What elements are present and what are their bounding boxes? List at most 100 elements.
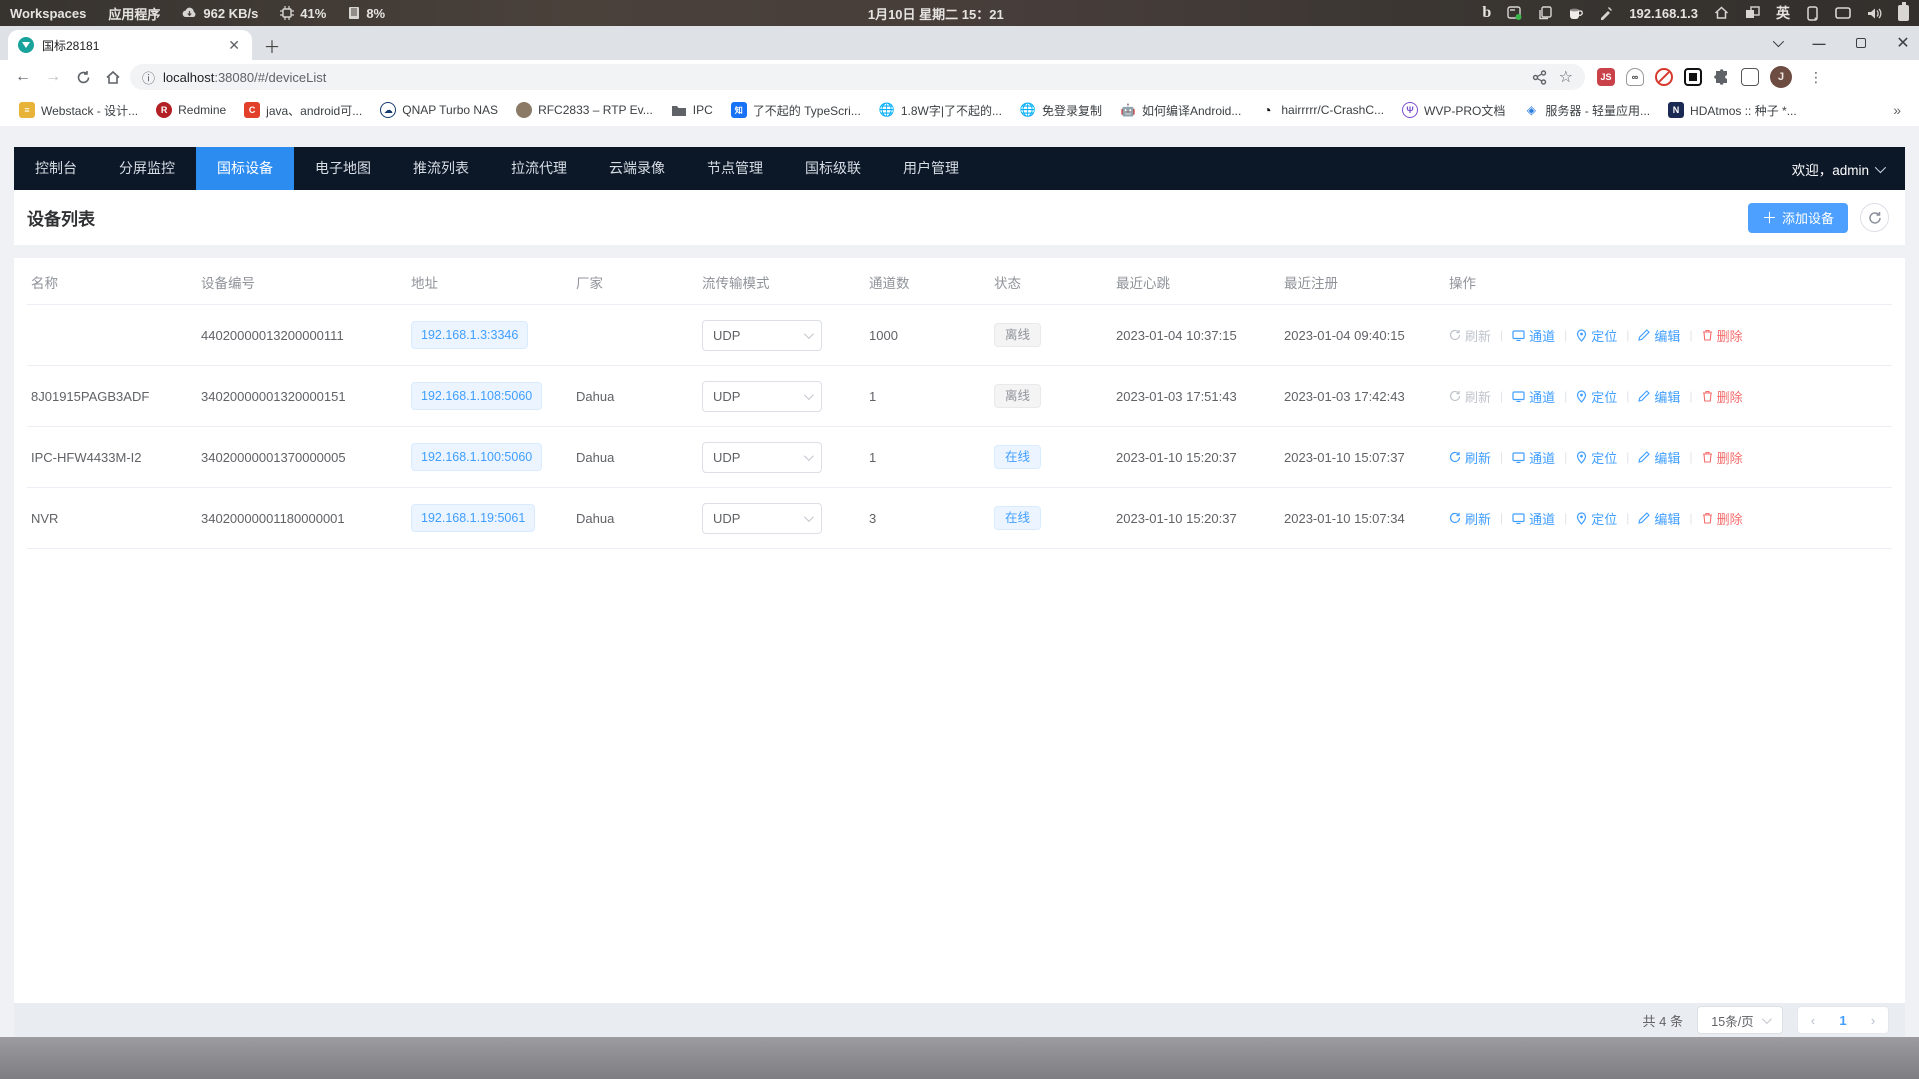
browser-menu-icon[interactable]: ⋮ xyxy=(1809,69,1823,86)
color-picker-tray-icon[interactable] xyxy=(1599,6,1613,20)
bookmark-wvp-doc[interactable]: ΨWVP-PRO文档 xyxy=(1395,99,1512,122)
prev-page-button[interactable]: ‹ xyxy=(1798,1013,1828,1028)
nav-item-split-monitor[interactable]: 分屏监控 xyxy=(98,147,196,190)
bing-tray-icon[interactable]: b xyxy=(1482,4,1491,22)
bookmark-qnap[interactable]: ☁QNAP Turbo NAS xyxy=(373,99,505,121)
cell-heartbeat: 2023-01-10 15:20:37 xyxy=(1112,427,1280,488)
display-tray-icon[interactable] xyxy=(1835,7,1851,20)
nav-item-console[interactable]: 控制台 xyxy=(14,147,98,190)
nav-item-pull-proxy[interactable]: 拉流代理 xyxy=(490,147,588,190)
stream-mode-select[interactable]: UDP xyxy=(702,442,822,473)
refresh-action[interactable]: 刷新 xyxy=(1449,387,1491,406)
input-language-indicator[interactable]: 英 xyxy=(1776,3,1790,23)
url-omnibox[interactable]: ⓘ localhost:38080/#/deviceList ☆ xyxy=(130,64,1585,90)
bookmarks-overflow-chevron[interactable]: » xyxy=(1887,102,1907,118)
channel-action[interactable]: 通道 xyxy=(1512,448,1555,467)
add-device-button[interactable]: ＋添加设备 xyxy=(1748,203,1848,233)
ext-qr-icon[interactable] xyxy=(1684,68,1702,86)
reload-button[interactable] xyxy=(70,64,96,90)
bookmark-star-icon[interactable]: ☆ xyxy=(1559,67,1573,87)
delete-action[interactable]: 删除 xyxy=(1702,387,1743,406)
user-menu[interactable]: 欢迎，admin xyxy=(1792,159,1905,179)
ext-js-icon[interactable]: JS xyxy=(1597,68,1615,86)
edit-action[interactable]: 编辑 xyxy=(1638,448,1680,467)
edit-action[interactable]: 编辑 xyxy=(1638,387,1680,406)
locate-action[interactable]: 定位 xyxy=(1576,387,1617,406)
nav-item-cloud-record[interactable]: 云端录像 xyxy=(588,147,686,190)
refresh-list-button[interactable] xyxy=(1860,203,1889,232)
bookmark-zhihu[interactable]: 知了不起的 TypeScri... xyxy=(724,99,868,122)
stream-mode-select[interactable]: UDP xyxy=(702,381,822,412)
applications-button[interactable]: 应用程序 xyxy=(108,4,160,23)
nav-item-user-manage[interactable]: 用户管理 xyxy=(882,147,980,190)
bookmark-label: 免登录复制 xyxy=(1042,102,1102,119)
bookmark-webstack[interactable]: ≡Webstack - 设计... xyxy=(12,99,145,122)
delete-action[interactable]: 删除 xyxy=(1702,326,1743,345)
edit-action[interactable]: 编辑 xyxy=(1638,509,1680,528)
new-tab-button[interactable]: ＋ xyxy=(258,31,286,59)
forward-button[interactable]: → xyxy=(40,64,66,90)
back-button[interactable]: ← xyxy=(10,64,36,90)
refresh-action[interactable]: 刷新 xyxy=(1449,448,1491,467)
ext-notes-icon[interactable] xyxy=(1741,68,1759,86)
bookmark-label: Webstack - 设计... xyxy=(41,102,138,119)
nav-item-gb-devices[interactable]: 国标设备 xyxy=(196,147,294,190)
home-tray-icon[interactable] xyxy=(1714,6,1729,20)
refresh-action[interactable]: 刷新 xyxy=(1449,326,1491,345)
nav-item-push-list[interactable]: 推流列表 xyxy=(392,147,490,190)
next-page-button[interactable]: › xyxy=(1858,1013,1888,1028)
nav-item-gb-cascade[interactable]: 国标级联 xyxy=(784,147,882,190)
profile-avatar[interactable]: J xyxy=(1770,66,1792,88)
bookmark-rfc2833[interactable]: RFC2833 – RTP Ev... xyxy=(509,99,660,121)
ext-adblock-icon[interactable] xyxy=(1655,68,1673,86)
locate-action[interactable]: 定位 xyxy=(1576,509,1617,528)
nav-item-map[interactable]: 电子地图 xyxy=(294,147,392,190)
cell-manufacturer: Dahua xyxy=(572,366,698,427)
bookmark-hdatmos[interactable]: NHDAtmos :: 种子 *... xyxy=(1661,99,1804,122)
edit-action[interactable]: 编辑 xyxy=(1638,326,1680,345)
bookmark-github[interactable]: ◔hairrrrr/C-CrashC... xyxy=(1252,99,1391,121)
locate-action[interactable]: 定位 xyxy=(1576,326,1617,345)
window-restore-button[interactable] xyxy=(1853,35,1869,51)
stream-mode-select[interactable]: UDP xyxy=(702,320,822,351)
browser-tab-strip: 国标28181 ✕ ＋ — ✕ xyxy=(0,26,1919,60)
bookmark-article[interactable]: 🌐1.8W字|了不起的... xyxy=(872,99,1009,122)
kdeconnect-tray-icon[interactable] xyxy=(1806,6,1819,21)
tab-search-chevron-icon[interactable] xyxy=(1769,35,1785,51)
ip-address-label[interactable]: 192.168.1.3 xyxy=(1629,6,1698,21)
bookmark-csdn[interactable]: Cjava、android可... xyxy=(237,99,369,122)
bookmark-server[interactable]: ◈服务器 - 轻量应用... xyxy=(1516,99,1657,122)
stream-mode-select[interactable]: UDP xyxy=(702,503,822,534)
channel-action[interactable]: 通道 xyxy=(1512,509,1555,528)
screenshot-tray-icon[interactable] xyxy=(1507,6,1522,20)
site-info-icon[interactable]: ⓘ xyxy=(142,68,155,87)
delete-action[interactable]: 删除 xyxy=(1702,448,1743,467)
browser-home-button[interactable] xyxy=(100,64,126,90)
windows-tray-icon[interactable] xyxy=(1745,6,1760,20)
window-close-button[interactable]: ✕ xyxy=(1895,35,1911,51)
channel-action[interactable]: 通道 xyxy=(1512,387,1555,406)
battery-tray-icon[interactable] xyxy=(1898,5,1909,21)
share-icon[interactable] xyxy=(1532,70,1547,85)
bookmark-android-build[interactable]: 🤖如何编译Android... xyxy=(1113,99,1248,122)
nav-item-node-manage[interactable]: 节点管理 xyxy=(686,147,784,190)
extensions-puzzle-icon[interactable] xyxy=(1713,69,1730,86)
ext-proxy-icon[interactable]: ∞ xyxy=(1626,68,1644,86)
page-size-select[interactable]: 15条/页 xyxy=(1697,1006,1783,1034)
window-minimize-button[interactable]: — xyxy=(1811,35,1827,51)
browser-tab[interactable]: 国标28181 ✕ xyxy=(8,30,252,60)
volume-tray-icon[interactable] xyxy=(1867,7,1882,20)
workspaces-button[interactable]: Workspaces xyxy=(10,6,86,21)
bookmark-folder-ipc[interactable]: IPC xyxy=(664,100,720,120)
clipboard-tray-icon[interactable] xyxy=(1538,6,1552,20)
delete-action[interactable]: 删除 xyxy=(1702,509,1743,528)
bookmark-copy-free[interactable]: 🌐免登录复制 xyxy=(1013,99,1109,122)
clock[interactable]: 1月10日 星期二 15：21 xyxy=(868,4,1004,23)
channel-action[interactable]: 通道 xyxy=(1512,326,1555,345)
bookmark-redmine[interactable]: RRedmine xyxy=(149,99,233,121)
locate-action[interactable]: 定位 xyxy=(1576,448,1617,467)
caffeine-tray-icon[interactable] xyxy=(1568,7,1583,20)
tab-close-icon[interactable]: ✕ xyxy=(226,37,242,54)
refresh-action[interactable]: 刷新 xyxy=(1449,509,1491,528)
current-page[interactable]: 1 xyxy=(1828,1013,1858,1028)
